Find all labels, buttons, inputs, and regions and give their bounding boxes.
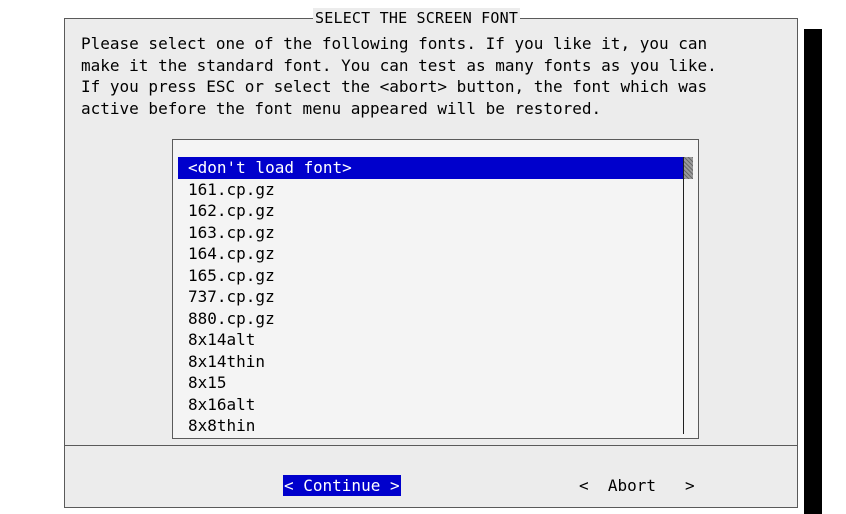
screen-edge-bar: [804, 29, 822, 514]
font-list-item[interactable]: 8x8thin: [178, 415, 684, 437]
terminal-screen: SELECT THE SCREEN FONT Please select one…: [0, 0, 846, 514]
font-list-item[interactable]: <don't load font>: [178, 157, 684, 179]
font-list-item[interactable]: 880.cp.gz: [178, 308, 684, 330]
font-list-item[interactable]: 737.cp.gz: [178, 286, 684, 308]
font-list-item[interactable]: 8x14alt: [178, 329, 684, 351]
scrollbar-thumb[interactable]: [684, 157, 693, 179]
font-list-item[interactable]: 8x14thin: [178, 351, 684, 373]
font-list-item[interactable]: 162.cp.gz: [178, 200, 684, 222]
font-select-dialog: SELECT THE SCREEN FONT Please select one…: [64, 8, 798, 508]
list-scrollbar[interactable]: [683, 157, 693, 434]
font-list-item[interactable]: 8x15: [178, 372, 684, 394]
abort-button[interactable]: < Abort >: [578, 475, 696, 496]
continue-button[interactable]: < Continue >: [283, 475, 401, 496]
font-listbox[interactable]: <don't load font> 161.cp.gz 162.cp.gz 16…: [172, 139, 699, 439]
button-separator: [65, 445, 797, 446]
dialog-prompt-text: Please select one of the following fonts…: [81, 34, 717, 118]
font-list-item[interactable]: 165.cp.gz: [178, 265, 684, 287]
font-list-item[interactable]: 161.cp.gz: [178, 179, 684, 201]
font-list-item[interactable]: 164.cp.gz: [178, 243, 684, 265]
font-list-item[interactable]: 8x16alt: [178, 394, 684, 416]
font-list-item[interactable]: 163.cp.gz: [178, 222, 684, 244]
dialog-title: SELECT THE SCREEN FONT: [313, 8, 521, 28]
font-list[interactable]: <don't load font> 161.cp.gz 162.cp.gz 16…: [178, 157, 684, 437]
